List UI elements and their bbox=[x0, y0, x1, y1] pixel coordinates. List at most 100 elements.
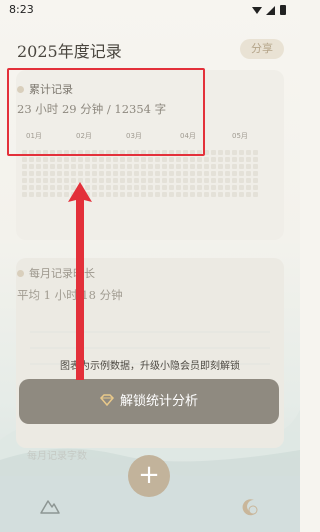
heatmap-cell bbox=[190, 192, 195, 197]
heatmap-cell bbox=[113, 185, 118, 190]
heatmap-cell bbox=[120, 164, 125, 169]
heatmap-cell bbox=[246, 150, 251, 155]
heatmap-cell bbox=[36, 192, 41, 197]
heatmap-cell bbox=[85, 157, 90, 162]
heatmap-cell bbox=[78, 157, 83, 162]
heatmap-cell bbox=[155, 171, 160, 176]
heatmap-cell bbox=[232, 157, 237, 162]
heatmap-cell bbox=[50, 178, 55, 183]
heatmap-cell bbox=[127, 171, 132, 176]
heatmap-cell bbox=[253, 178, 258, 183]
heatmap-cell bbox=[106, 178, 111, 183]
heatmap-cell bbox=[239, 178, 244, 183]
heatmap-cell bbox=[225, 157, 230, 162]
heatmap-cell bbox=[106, 192, 111, 197]
heatmap-cell bbox=[36, 185, 41, 190]
heatmap-cell bbox=[183, 185, 188, 190]
status-time: 8:23 bbox=[9, 3, 34, 16]
heatmap-cell bbox=[211, 150, 216, 155]
month-label: 05月 bbox=[232, 132, 248, 140]
heatmap-cell bbox=[253, 185, 258, 190]
heatmap-cell bbox=[176, 185, 181, 190]
heatmap-cell bbox=[239, 171, 244, 176]
heatmap-cell bbox=[169, 157, 174, 162]
heatmap-cell bbox=[211, 157, 216, 162]
heatmap-cell bbox=[232, 150, 237, 155]
heatmap-cell bbox=[127, 192, 132, 197]
heatmap-cell bbox=[169, 164, 174, 169]
heatmap-cell bbox=[141, 157, 146, 162]
heatmap-cell bbox=[155, 157, 160, 162]
heatmap-cell bbox=[190, 185, 195, 190]
heatmap-cell bbox=[239, 157, 244, 162]
heatmap-cell bbox=[141, 185, 146, 190]
heatmap-cell bbox=[155, 192, 160, 197]
battery-icon bbox=[280, 5, 286, 15]
faint-section-label: 每月记录字数 bbox=[27, 451, 87, 462]
heatmap-cell bbox=[141, 178, 146, 183]
heatmap-cell bbox=[106, 164, 111, 169]
heatmap-cell bbox=[176, 157, 181, 162]
moon-clock-icon[interactable] bbox=[240, 497, 260, 517]
heatmap-cell bbox=[43, 192, 48, 197]
heatmap-cell bbox=[162, 192, 167, 197]
unlock-analytics-button[interactable]: 解锁统计分析 bbox=[19, 379, 279, 424]
heatmap-cell bbox=[204, 171, 209, 176]
heatmap-cell bbox=[22, 178, 27, 183]
mountain-icon[interactable] bbox=[40, 497, 60, 515]
heatmap-cell bbox=[50, 157, 55, 162]
heatmap-cell bbox=[92, 157, 97, 162]
heatmap-cell bbox=[29, 157, 34, 162]
share-button[interactable]: 分享 bbox=[240, 39, 284, 59]
heatmap-cell bbox=[22, 157, 27, 162]
heatmap-cell bbox=[50, 185, 55, 190]
heatmap-cell bbox=[176, 164, 181, 169]
heatmap-cell bbox=[176, 178, 181, 183]
heatmap-cell bbox=[106, 185, 111, 190]
heatmap-cell bbox=[127, 164, 132, 169]
heatmap-cell bbox=[106, 171, 111, 176]
heatmap-cell bbox=[50, 192, 55, 197]
heatmap-cell bbox=[99, 157, 104, 162]
signal-icon bbox=[266, 6, 275, 15]
heatmap-cell bbox=[29, 171, 34, 176]
heatmap-cell bbox=[162, 164, 167, 169]
heatmap-cell bbox=[204, 185, 209, 190]
heatmap-cell bbox=[197, 178, 202, 183]
heatmap-cell bbox=[211, 192, 216, 197]
heatmap-cell bbox=[169, 178, 174, 183]
heatmap-cell bbox=[190, 178, 195, 183]
heatmap-cell bbox=[120, 192, 125, 197]
heatmap-cell bbox=[239, 164, 244, 169]
heatmap-cell bbox=[211, 185, 216, 190]
heatmap-cell bbox=[169, 185, 174, 190]
heatmap-cell bbox=[232, 185, 237, 190]
heatmap-cell bbox=[162, 185, 167, 190]
heatmap-cell bbox=[155, 178, 160, 183]
heatmap-cell bbox=[85, 164, 90, 169]
heatmap-cell bbox=[134, 164, 139, 169]
heatmap-cell bbox=[225, 185, 230, 190]
heatmap-cell bbox=[148, 171, 153, 176]
heatmap-cell bbox=[183, 178, 188, 183]
heatmap-cell bbox=[120, 171, 125, 176]
heatmap-cell bbox=[218, 157, 223, 162]
heatmap-cell bbox=[134, 178, 139, 183]
heatmap-cell bbox=[253, 157, 258, 162]
heatmap-cell bbox=[50, 171, 55, 176]
heatmap-cell bbox=[141, 164, 146, 169]
heatmap-cell bbox=[155, 185, 160, 190]
page-title: 2025年度记录 bbox=[17, 42, 122, 61]
heatmap-cell bbox=[253, 150, 258, 155]
heatmap-cell bbox=[22, 185, 27, 190]
heatmap-cell bbox=[64, 164, 69, 169]
heatmap-cell bbox=[225, 192, 230, 197]
heatmap-cell bbox=[190, 157, 195, 162]
add-record-button[interactable]: + bbox=[128, 455, 170, 497]
heatmap-cell bbox=[113, 164, 118, 169]
heatmap-cell bbox=[183, 171, 188, 176]
heatmap-cell bbox=[113, 178, 118, 183]
heatmap-cell bbox=[36, 171, 41, 176]
heatmap-cell bbox=[127, 185, 132, 190]
heatmap-cell bbox=[183, 164, 188, 169]
